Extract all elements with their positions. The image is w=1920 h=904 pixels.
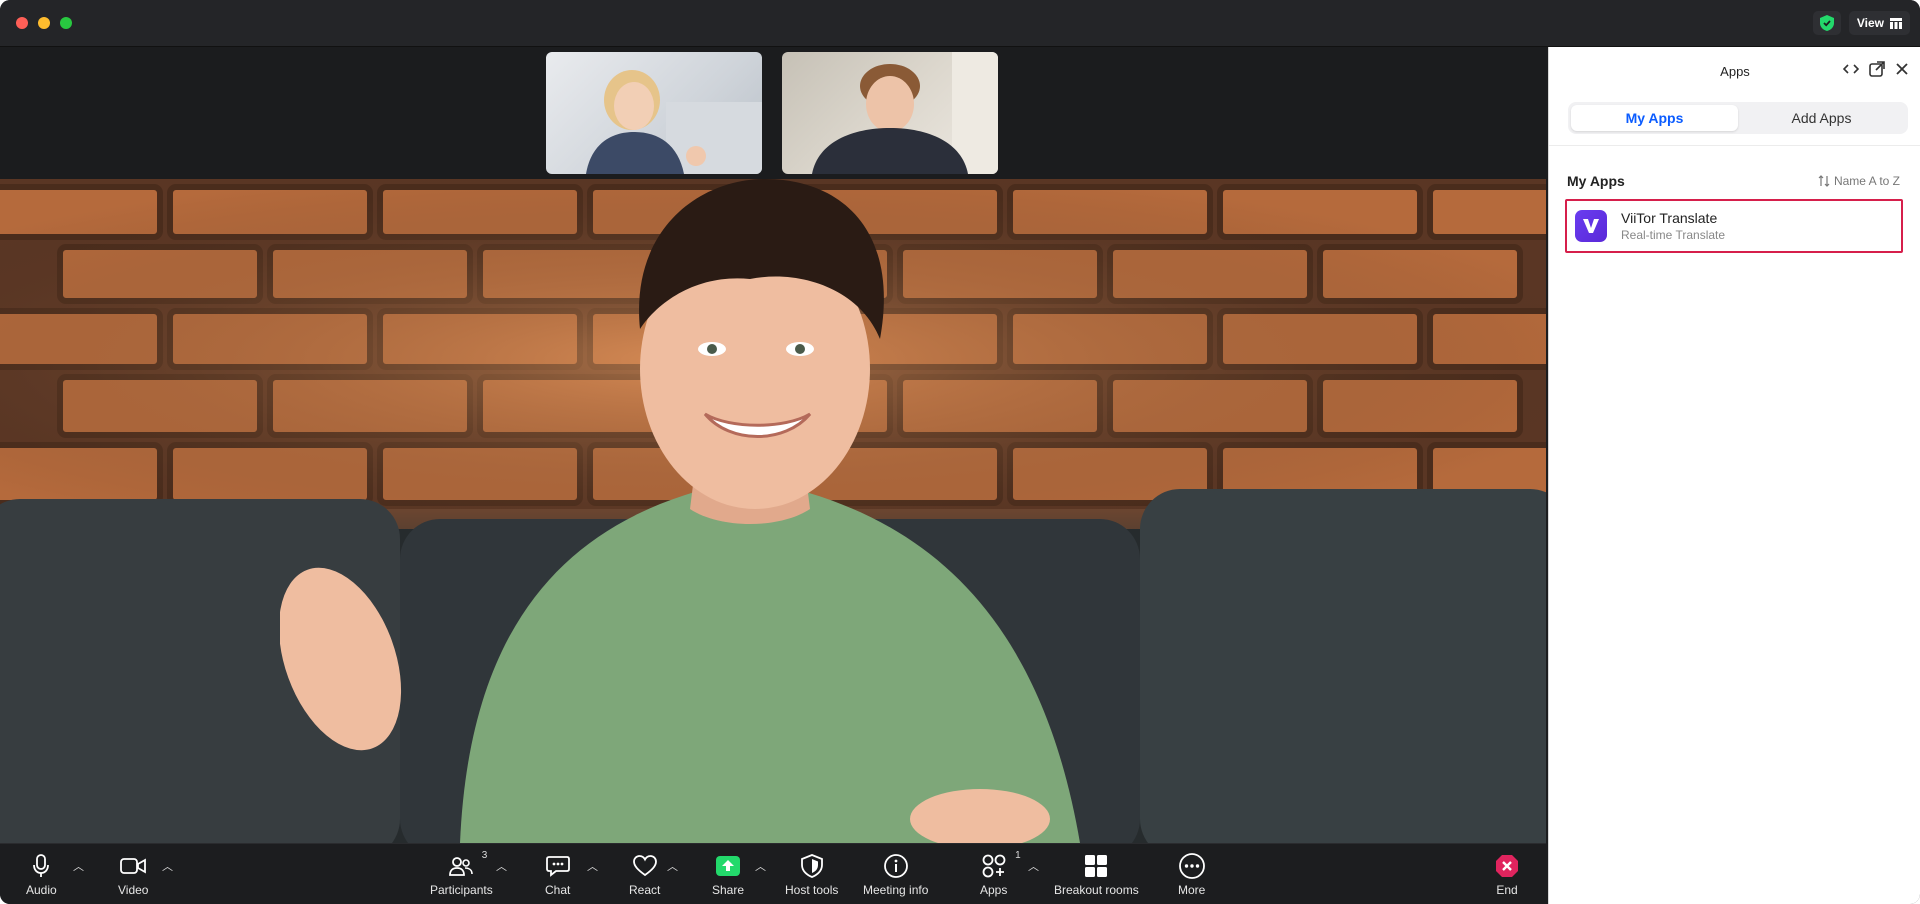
more-label: More [1178,883,1206,897]
app-text: ViiTor Translate Real-time Translate [1621,210,1725,242]
video-stage [0,47,1546,844]
host-shield-icon [800,854,823,878]
tab-add-apps[interactable]: Add Apps [1738,105,1905,131]
close-window-button[interactable] [16,17,28,29]
share-label: Share [712,883,745,897]
pop-out-icon[interactable] [1869,61,1885,77]
view-button[interactable]: View [1848,11,1910,35]
chat-options-chevron-icon[interactable]: ︿ [587,858,598,874]
fullscreen-window-button[interactable] [60,17,72,29]
participant-video-feed [586,70,762,174]
view-label: View [1856,16,1884,30]
close-icon[interactable] [1895,62,1909,76]
apps-label: Apps [980,883,1008,897]
audio-label: Audio [26,883,57,897]
host-tools-button[interactable]: Host tools [785,852,838,897]
breakout-rooms-icon [1085,855,1108,877]
participants-button[interactable]: 3 Participants [430,850,493,897]
participant-thumbnail[interactable] [782,52,998,174]
audio-button[interactable]: Audio [26,852,57,897]
end-meeting-button[interactable]: End [1495,852,1519,897]
info-icon [883,854,908,878]
meeting-info-button[interactable]: Meeting info [863,852,928,897]
more-button[interactable]: More [1178,852,1205,897]
active-speaker-video[interactable] [0,179,1546,843]
chat-bubble-icon [545,856,570,877]
video-options-chevron-icon[interactable]: ︿ [162,858,173,874]
apps-panel: Apps My Apps Add Apps My Apps Name A to … [1548,47,1920,904]
panel-header-actions [1843,61,1909,77]
participants-count: 3 [481,850,488,861]
participants-label: Participants [430,883,493,897]
panel-divider [1549,145,1920,146]
sort-control[interactable]: Name A to Z [1818,174,1900,188]
share-button[interactable]: Share [712,852,744,897]
video-label: Video [118,883,149,897]
participant-video-feed [812,52,998,174]
panel-title: Apps [1720,63,1750,79]
end-label: End [1496,883,1518,897]
breakout-rooms-label: Breakout rooms [1054,883,1139,897]
app-subtitle: Real-time Translate [1621,228,1726,242]
more-ellipsis-icon [1178,853,1205,879]
viitor-v-logo-icon [1575,210,1607,242]
participants-icon [449,857,474,876]
title-bar: View [0,0,1920,47]
minimize-window-button[interactable] [38,17,50,29]
sort-arrows-icon [1818,175,1830,187]
participant-thumbnail[interactable] [546,52,762,174]
participant-thumbnails [0,47,1546,178]
react-label: React [629,883,661,897]
apps-options-chevron-icon[interactable]: ︿ [1028,858,1039,874]
app-list-item[interactable]: ViiTor Translate Real-time Translate [1565,199,1903,253]
chat-label: Chat [545,883,571,897]
chat-button[interactable]: Chat [545,852,570,897]
audio-options-chevron-icon[interactable]: ︿ [73,858,84,874]
sort-label: Name A to Z [1833,174,1900,188]
apps-icon [982,854,1006,878]
heart-icon [632,855,657,877]
meeting-toolbar: Audio ︿ Video ︿ 3 Participants ︿ Chat ︿ … [0,843,1546,904]
host-tools-label: Host tools [785,883,839,897]
share-screen-icon [716,856,741,876]
grid-view-icon [1890,17,1902,29]
participants-options-chevron-icon[interactable]: ︿ [496,858,507,874]
tab-my-apps[interactable]: My Apps [1571,105,1738,131]
microphone-icon [33,854,50,877]
apps-tab-switcher: My Apps Add Apps [1568,102,1908,134]
encryption-shield-icon[interactable] [1812,11,1841,35]
end-call-icon [1496,855,1518,877]
react-button[interactable]: React [629,852,660,897]
app-name: ViiTor Translate [1621,210,1718,226]
title-bar-controls: View [1812,11,1910,35]
breakout-rooms-button[interactable]: Breakout rooms [1054,852,1139,897]
react-options-chevron-icon[interactable]: ︿ [667,858,678,874]
meeting-window: View Audio ︿ Video ︿ 3 Participants ︿ Ch… [0,0,1920,904]
panel-header: Apps [1549,47,1920,95]
apps-count: 1 [1015,850,1021,861]
meeting-info-label: Meeting info [863,883,929,897]
video-camera-icon [120,858,147,874]
share-options-chevron-icon[interactable]: ︿ [755,858,766,874]
section-title: My Apps [1567,173,1625,189]
speaker-person [280,179,1080,843]
code-brackets-icon[interactable] [1843,62,1859,76]
video-button[interactable]: Video [118,852,148,897]
apps-button[interactable]: 1 Apps [980,850,1021,897]
